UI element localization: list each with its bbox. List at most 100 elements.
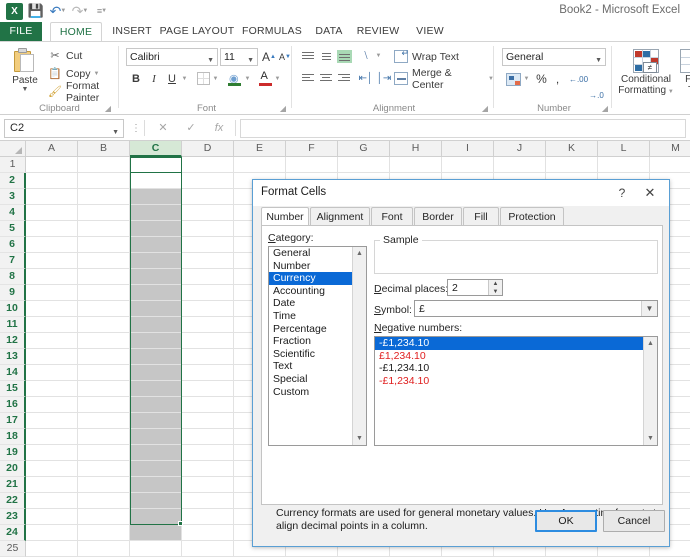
- cell-A6[interactable]: [26, 237, 78, 253]
- cell-A1[interactable]: [26, 157, 78, 173]
- select-all-corner[interactable]: [0, 141, 26, 157]
- cell-B4[interactable]: [78, 205, 130, 221]
- cell-C12[interactable]: [130, 333, 182, 349]
- cell-B19[interactable]: [78, 445, 130, 461]
- active-cell-outline[interactable]: [130, 157, 182, 173]
- category-item-currency[interactable]: Currency: [269, 272, 352, 285]
- cell-I1[interactable]: [442, 157, 494, 173]
- cell-D20[interactable]: [182, 461, 234, 477]
- cell-A20[interactable]: [26, 461, 78, 477]
- cell-B17[interactable]: [78, 413, 130, 429]
- cell-C8[interactable]: [130, 269, 182, 285]
- cell-D2[interactable]: [182, 173, 234, 189]
- negative-number-option-1[interactable]: -£1,234.10: [375, 337, 643, 350]
- cell-D16[interactable]: [182, 397, 234, 413]
- cell-A9[interactable]: [26, 285, 78, 301]
- font-name-input[interactable]: Calibri ▼: [126, 48, 218, 66]
- row-header-5[interactable]: 5: [0, 221, 26, 237]
- cell-B12[interactable]: [78, 333, 130, 349]
- borders-button[interactable]: [195, 70, 211, 87]
- category-item-general[interactable]: General: [269, 247, 352, 260]
- orientation-dropdown-icon[interactable]: ▼: [374, 48, 384, 64]
- insert-function-icon[interactable]: fx: [208, 120, 230, 137]
- category-listbox[interactable]: General Number Currency Accounting Date Time P…: [268, 246, 367, 446]
- negative-numbers-scrollbar[interactable]: ▲ ▼: [643, 337, 657, 445]
- row-header-9[interactable]: 9: [0, 285, 26, 301]
- cell-C24[interactable]: [130, 525, 182, 541]
- paste-dropdown-icon[interactable]: ▼: [6, 86, 44, 93]
- cell-A5[interactable]: [26, 221, 78, 237]
- formula-input[interactable]: [240, 119, 686, 138]
- row-header-16[interactable]: 16: [0, 397, 26, 413]
- cell-D15[interactable]: [182, 381, 234, 397]
- cell-C2[interactable]: [130, 173, 182, 189]
- negative-number-option-3[interactable]: -£1,234.10: [375, 362, 643, 375]
- cell-B13[interactable]: [78, 349, 130, 365]
- cell-C5[interactable]: [130, 221, 182, 237]
- tab-page-layout[interactable]: PAGE LAYOUT: [158, 22, 236, 41]
- tab-data[interactable]: DATA: [308, 22, 350, 41]
- accounting-dropdown-icon[interactable]: ▼: [522, 71, 532, 87]
- cell-B22[interactable]: [78, 493, 130, 509]
- tab-home[interactable]: HOME: [50, 22, 102, 42]
- row-header-4[interactable]: 4: [0, 205, 26, 221]
- tab-review[interactable]: REVIEW: [352, 22, 404, 41]
- chevron-down-icon[interactable]: ▼: [112, 124, 119, 141]
- cell-D1[interactable]: [182, 157, 234, 173]
- cell-D11[interactable]: [182, 317, 234, 333]
- close-icon[interactable]: ✕: [639, 184, 661, 202]
- cell-A16[interactable]: [26, 397, 78, 413]
- help-icon[interactable]: ?: [612, 184, 632, 202]
- cell-D6[interactable]: [182, 237, 234, 253]
- cell-A25[interactable]: [26, 541, 78, 557]
- tab-file[interactable]: FILE: [0, 22, 42, 41]
- cell-B1[interactable]: [78, 157, 130, 173]
- decrease-font-size-icon[interactable]: A ▼: [278, 48, 292, 66]
- column-header-h[interactable]: H: [390, 141, 442, 157]
- cell-A14[interactable]: [26, 365, 78, 381]
- row-header-19[interactable]: 19: [0, 445, 26, 461]
- underline-dropdown-icon[interactable]: ▼: [180, 70, 190, 87]
- cell-B25[interactable]: [78, 541, 130, 557]
- row-header-3[interactable]: 3: [0, 189, 26, 205]
- cell-A15[interactable]: [26, 381, 78, 397]
- column-header-k[interactable]: K: [546, 141, 598, 157]
- clipboard-dialog-launcher-icon[interactable]: ◢: [105, 104, 111, 113]
- accounting-format-icon[interactable]: [504, 71, 522, 87]
- align-left-icon[interactable]: [300, 70, 317, 86]
- cell-D8[interactable]: [182, 269, 234, 285]
- column-header-d[interactable]: D: [182, 141, 234, 157]
- cell-A4[interactable]: [26, 205, 78, 221]
- row-header-1[interactable]: 1: [0, 157, 26, 173]
- chevron-down-icon[interactable]: ▼: [207, 53, 214, 69]
- row-header-21[interactable]: 21: [0, 477, 26, 493]
- cell-D3[interactable]: [182, 189, 234, 205]
- category-item-text[interactable]: Text: [269, 360, 352, 373]
- cell-C18[interactable]: [130, 429, 182, 445]
- cell-B10[interactable]: [78, 301, 130, 317]
- cell-F1[interactable]: [286, 157, 338, 173]
- cell-A2[interactable]: [26, 173, 78, 189]
- cell-C11[interactable]: [130, 317, 182, 333]
- dialog-tab-font[interactable]: Font: [371, 207, 413, 226]
- row-header-10[interactable]: 10: [0, 301, 26, 317]
- category-item-time[interactable]: Time: [269, 310, 352, 323]
- row-header-25[interactable]: 25: [0, 541, 26, 557]
- format-painter-button[interactable]: 🖌 Format Painter: [48, 80, 119, 104]
- cell-C4[interactable]: [130, 205, 182, 221]
- cell-B9[interactable]: [78, 285, 130, 301]
- cell-A17[interactable]: [26, 413, 78, 429]
- category-item-custom[interactable]: Custom: [269, 386, 352, 399]
- decimal-decrease-icon[interactable]: ▼: [489, 288, 502, 295]
- cell-C13[interactable]: [130, 349, 182, 365]
- row-header-8[interactable]: 8: [0, 269, 26, 285]
- cell-C10[interactable]: [130, 301, 182, 317]
- ok-button[interactable]: OK: [535, 510, 597, 532]
- cell-D18[interactable]: [182, 429, 234, 445]
- cancel-button[interactable]: Cancel: [603, 510, 665, 532]
- cell-C19[interactable]: [130, 445, 182, 461]
- scroll-up-icon[interactable]: ▲: [353, 247, 366, 260]
- merge-center-button[interactable]: Merge & Center ▼: [394, 67, 494, 91]
- bold-button[interactable]: B: [128, 70, 144, 87]
- align-top-icon[interactable]: [300, 48, 317, 64]
